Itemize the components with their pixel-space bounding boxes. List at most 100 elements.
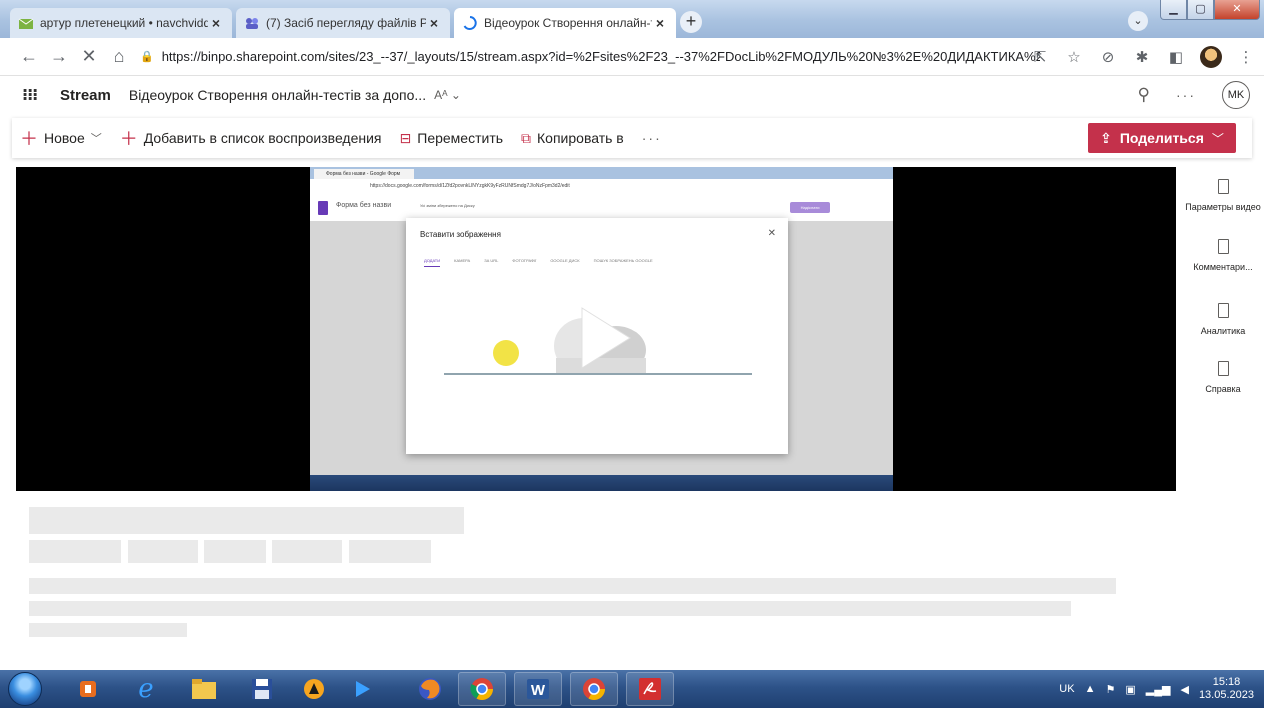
rail-label: Комментари... — [1193, 262, 1253, 272]
close-tab-icon[interactable]: × — [208, 15, 224, 31]
more-options-icon[interactable]: ··· — [1176, 87, 1196, 103]
clock[interactable]: 15:18 13.05.2023 — [1199, 676, 1254, 702]
close-icon: ✕ — [767, 228, 776, 239]
move-button[interactable]: ⊟ Переместить — [400, 130, 504, 147]
profile-avatar-icon[interactable] — [1200, 46, 1222, 68]
browser-tab-active[interactable]: Відеоурок Створення онлайн-те × — [454, 8, 676, 38]
taskbar-app[interactable] — [180, 672, 228, 706]
maximize-icon[interactable]: ▢ — [1187, 0, 1214, 20]
chrome-icon — [470, 678, 493, 700]
skeleton-chip — [29, 540, 121, 563]
app-name[interactable]: Stream — [60, 87, 111, 104]
more-commands-button[interactable]: ··· — [642, 130, 662, 146]
taskbar-app[interactable] — [290, 672, 338, 706]
tray-expand-icon[interactable]: ▲ — [1085, 683, 1096, 695]
rail-label: Параметры видео — [1185, 202, 1261, 212]
skeleton-title — [29, 507, 464, 534]
extension-icon[interactable]: ⊘ — [1098, 48, 1118, 66]
play-icon[interactable] — [560, 298, 640, 378]
user-avatar[interactable]: MK — [1222, 81, 1250, 109]
embedded-taskbar — [310, 475, 893, 491]
save-disk-icon — [252, 679, 272, 699]
share-page-icon[interactable]: ⇱ — [1030, 48, 1050, 66]
title-options-icon[interactable]: Aᴬ ⌄ — [434, 88, 461, 102]
device-icon[interactable]: ▣ — [1125, 683, 1135, 696]
plus-icon: ＋ — [20, 129, 38, 149]
video-settings-button[interactable]: Параметры видео — [1182, 179, 1264, 212]
taskbar-app-running[interactable] — [458, 672, 506, 706]
taskbar-app[interactable] — [338, 672, 386, 706]
start-button-icon[interactable] — [8, 672, 42, 706]
clock-time: 15:18 — [1212, 676, 1241, 688]
copy-to-button[interactable]: ⧉ Копировать в — [521, 130, 624, 147]
taskbar-app[interactable] — [406, 672, 454, 706]
comments-button[interactable]: Комментари... — [1182, 239, 1264, 272]
media-center-icon — [80, 681, 96, 697]
puzzle-icon[interactable]: ✱ — [1132, 48, 1152, 66]
address-bar[interactable]: 🔒 https://binpo.sharepoint.com/sites/23_… — [140, 49, 1040, 64]
help-icon — [1217, 361, 1229, 376]
home-icon[interactable]: ⌂ — [104, 46, 134, 67]
embedded-dialog-tab: Пошук зображень Google — [593, 258, 653, 263]
skeleton-chip — [128, 540, 198, 563]
close-tab-icon[interactable]: × — [652, 15, 668, 31]
sidepanel-icon[interactable]: ◧ — [1166, 48, 1186, 66]
app-launcher-icon[interactable]: ⁝⁝⁝ — [22, 85, 40, 105]
embedded-dialog-tab: За URL — [484, 258, 499, 263]
tab-search-icon[interactable]: ⌄ — [1128, 11, 1148, 31]
forms-doc-icon — [318, 201, 328, 215]
browser-toolbar: ← → ✕ ⌂ 🔒 https://binpo.sharepoint.com/s… — [0, 38, 1264, 76]
action-center-icon[interactable]: ⚑ — [1105, 683, 1115, 696]
browser-tab-2[interactable]: (7) Засіб перегляду файлів PDF | × — [236, 8, 450, 38]
minimize-icon[interactable]: ▁ — [1160, 0, 1187, 20]
video-title[interactable]: Відеоурок Створення онлайн-тестів за доп… — [129, 87, 426, 103]
browser-tab-title: (7) Засіб перегляду файлів PDF | — [266, 16, 426, 30]
close-tab-icon[interactable]: × — [426, 15, 442, 31]
bookmark-star-icon[interactable]: ☆ — [1064, 48, 1084, 66]
skeleton-chip — [272, 540, 342, 563]
skeleton-line — [29, 623, 187, 637]
share-icon: ⇪ — [1100, 129, 1112, 146]
new-tab-button[interactable]: + — [680, 11, 702, 33]
toolbar-actions: ⇱ ☆ ⊘ ✱ ◧ ⋮ — [1030, 46, 1256, 68]
taskbar-app[interactable] — [238, 672, 286, 706]
embedded-browser-tabs: Форма без назви - Google Форм — [310, 167, 893, 179]
embedded-forms-header: Форма без назви Усі зміни збережено на Д… — [310, 193, 893, 221]
skeleton-chip — [204, 540, 266, 563]
system-tray: UK ▲ ⚑ ▣ ▂▄▆ ◀ 15:18 13.05.2023 — [1059, 670, 1254, 708]
taskbar-app[interactable]: e — [122, 672, 170, 706]
stop-icon[interactable]: ✕ — [74, 46, 104, 67]
add-to-playlist-button[interactable]: ＋ Добавить в список воспроизведения — [120, 125, 382, 151]
file-explorer-icon — [192, 679, 216, 699]
forward-icon[interactable]: → — [44, 46, 74, 67]
taskbar-app-running[interactable]: W — [514, 672, 562, 706]
taskbar-app[interactable] — [64, 672, 112, 706]
add-playlist-label: Добавить в список воспроизведения — [143, 130, 382, 146]
window-controls: ▁ ▢ ✕ — [1160, 0, 1260, 20]
analytics-icon — [1217, 303, 1229, 318]
analytics-button[interactable]: Аналитика — [1182, 303, 1264, 336]
network-signal-icon[interactable]: ▂▄▆ — [1146, 683, 1171, 696]
taskbar-app-running[interactable] — [570, 672, 618, 706]
skeleton-line — [29, 578, 1116, 594]
back-icon[interactable]: ← — [14, 46, 44, 67]
embedded-dialog-tabs: Додати Камера За URL Фотографії Google Д… — [424, 258, 653, 267]
volume-icon[interactable]: ◀ — [1180, 683, 1188, 696]
kebab-menu-icon[interactable]: ⋮ — [1236, 48, 1256, 66]
stream-header: ⁝⁝⁝ Stream Відеоурок Створення онлайн-те… — [0, 76, 1264, 114]
search-icon[interactable]: ⚲ — [1138, 85, 1150, 105]
help-button[interactable]: Справка — [1182, 361, 1264, 394]
internet-explorer-icon: e — [138, 674, 154, 704]
language-indicator[interactable]: UK — [1059, 683, 1074, 695]
new-button[interactable]: ＋ Новое ﹀ — [20, 125, 102, 151]
embedded-dialog-tab: Додати — [424, 258, 441, 267]
share-button[interactable]: ⇪ Поделиться ﹀ — [1088, 123, 1236, 153]
windows-taskbar: e W UK ▲ ⚑ ▣ ▂▄▆ ◀ 15:18 13.05.2023 — [0, 670, 1264, 708]
acrobat-icon — [639, 678, 661, 700]
firefox-icon — [419, 678, 441, 700]
plus-icon: ＋ — [119, 129, 138, 149]
browser-tab-1[interactable]: артур плетенецкий • navchvidd × — [10, 8, 232, 38]
taskbar-app-running[interactable] — [626, 672, 674, 706]
close-window-icon[interactable]: ✕ — [1214, 0, 1260, 20]
skeleton-line — [29, 601, 1071, 616]
